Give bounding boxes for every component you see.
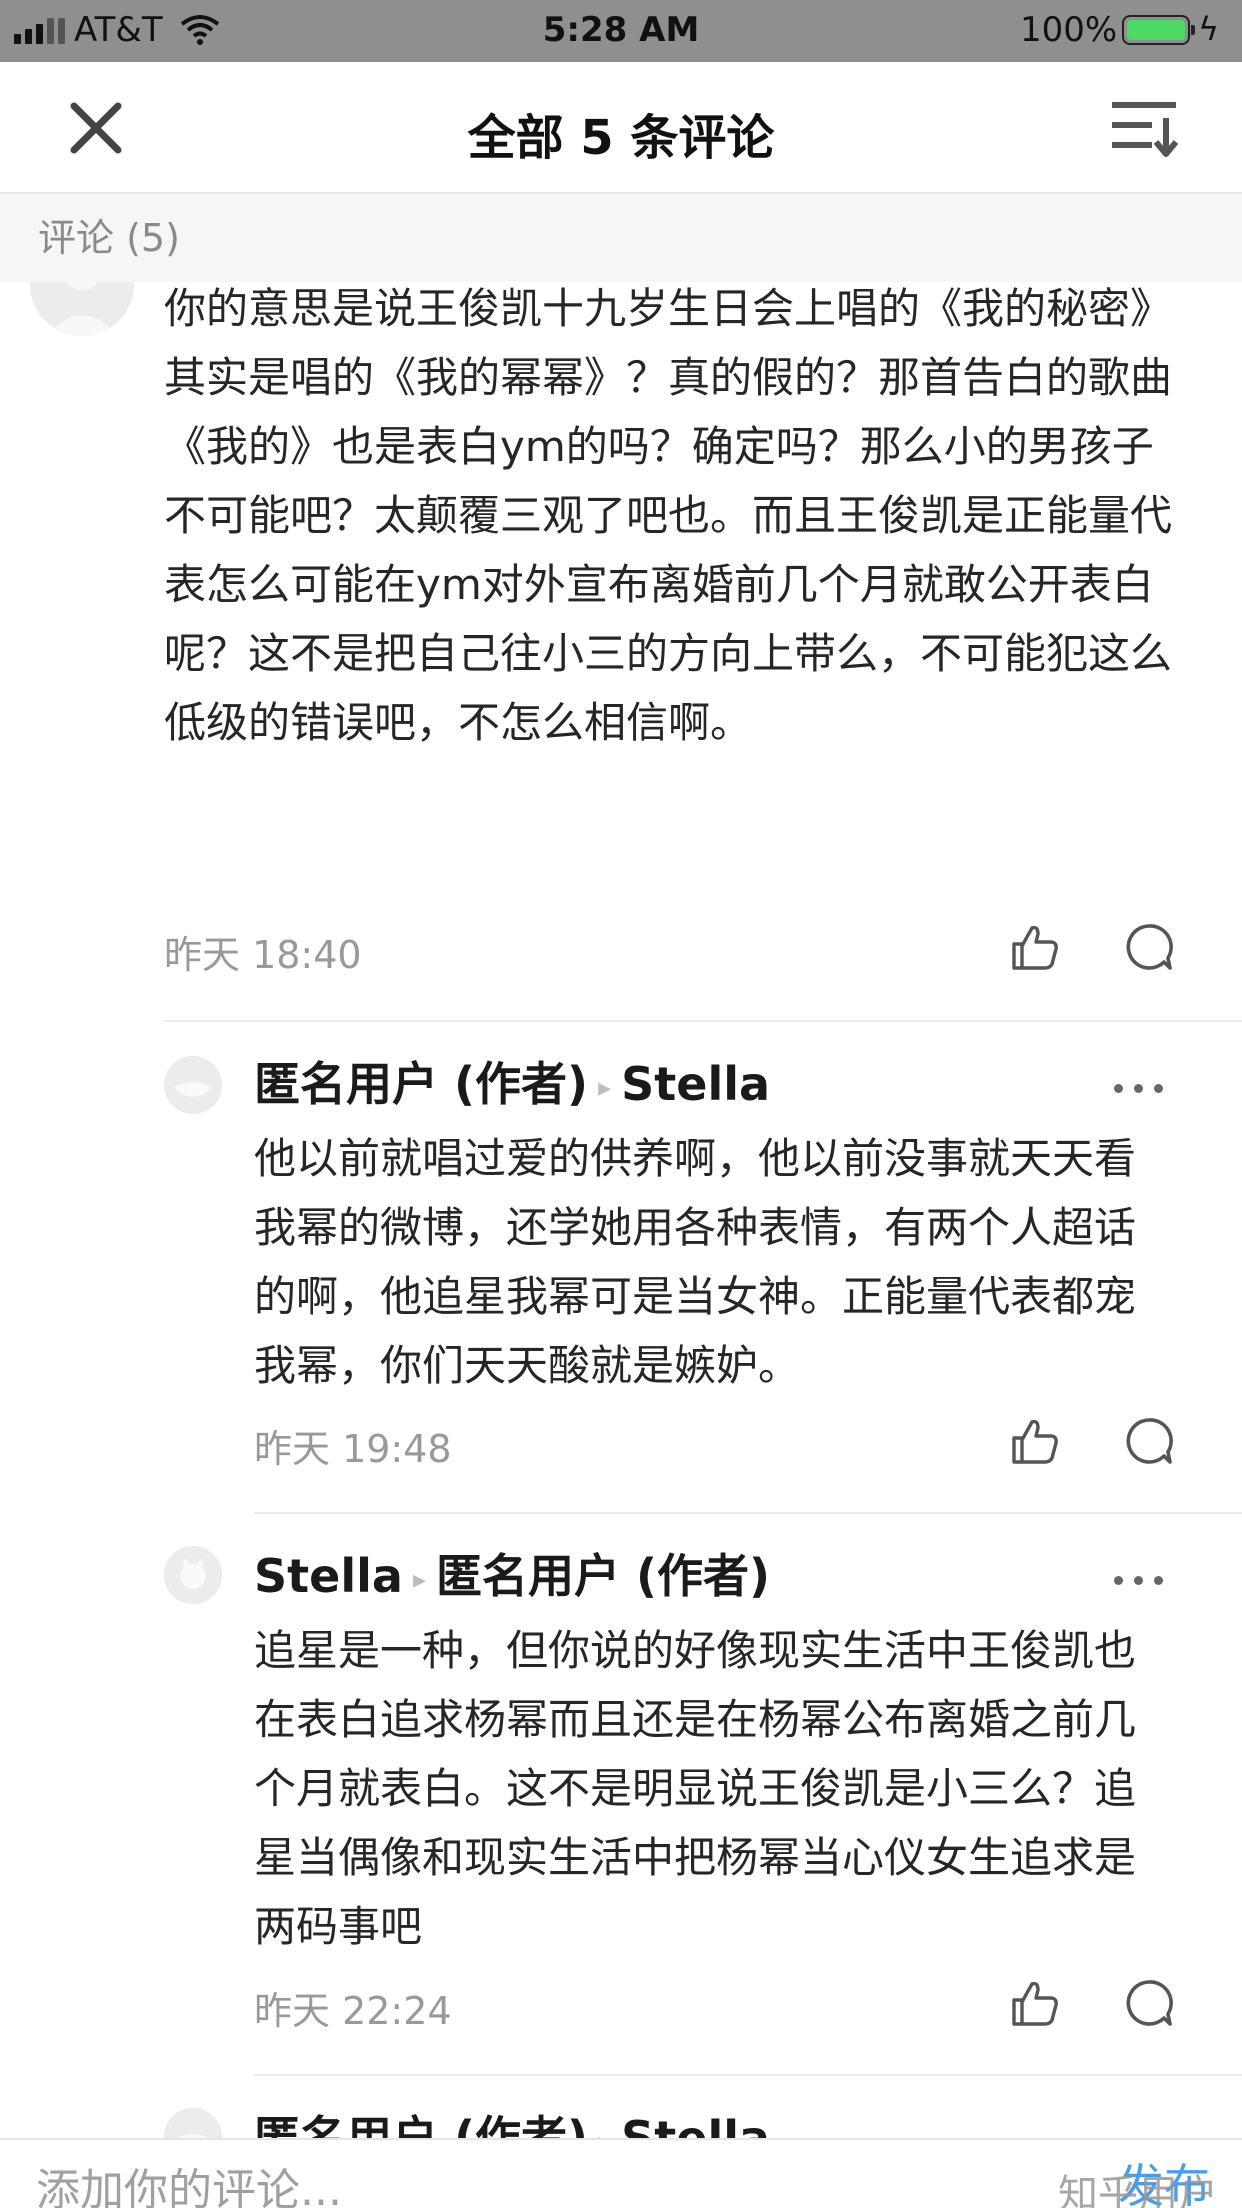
reply-arrow-icon: ▸	[412, 1564, 426, 1595]
reply-icon[interactable]	[1124, 1978, 1174, 2028]
comments-count-header: 评论 (5)	[0, 194, 1242, 282]
watermark: 知乎用户	[1058, 2172, 1218, 2208]
thumbs-up-icon[interactable]	[1010, 922, 1060, 972]
comment-list: 你的意思是说王俊凯十九岁生日会上唱的《我的秘密》其实是唱的《我的幂幂》？真的假的…	[0, 282, 1242, 2138]
more-options-icon[interactable]	[1114, 1560, 1170, 1600]
thumbs-up-icon[interactable]	[1010, 1416, 1060, 1466]
comment-time: 昨天 22:24	[254, 1989, 452, 2033]
avatar[interactable]	[30, 282, 134, 336]
avatar[interactable]	[164, 1546, 222, 1604]
comment-text: 你的意思是说王俊凯十九岁生日会上唱的《我的秘密》其实是唱的《我的幂幂》？真的假的…	[164, 284, 1173, 747]
author-name[interactable]: Stella	[254, 1549, 403, 1603]
comment-input[interactable]: 添加你的评论...	[36, 2154, 342, 2208]
comment-author: 匿名用户 (作者) ▸ Stella	[254, 2102, 770, 2138]
thumbs-up-icon[interactable]	[1010, 1978, 1060, 2028]
comments-count-label: 评论 (5)	[38, 216, 180, 260]
comments-sheet: 全部 5 条评论 评论 (5) 你的意思是说王俊凯十九岁生日会上唱的《我的秘密》…	[0, 62, 1242, 2208]
comment-time: 昨天 19:48	[254, 1427, 452, 1471]
reply-arrow-icon: ▸	[598, 2127, 611, 2139]
page-title: 全部 5 条评论	[467, 110, 775, 166]
author-name[interactable]: 匿名用户 (作者)	[254, 1057, 588, 1111]
reply-icon[interactable]	[1124, 922, 1174, 972]
more-options-icon[interactable]	[1114, 1068, 1170, 1108]
comment-text: 追星是一种，但你说的好像现实生活中王俊凯也在表白追求杨幂而且还是在杨幂公布离婚之…	[254, 1626, 1137, 1951]
comment-divider	[254, 2074, 1242, 2076]
reply-icon[interactable]	[1124, 1416, 1174, 1466]
battery-percent: 100%	[1020, 10, 1118, 50]
sort-icon[interactable]	[1110, 96, 1178, 160]
comment-divider	[254, 1512, 1242, 1514]
battery-icon	[1122, 15, 1195, 45]
battery-fill	[1127, 20, 1185, 40]
reply-to-name[interactable]: Stella	[621, 1057, 770, 1111]
comment-text: 他以前就唱过爱的供养啊，他以前没事就天天看我幂的微博，还学她用各种表情，有两个人…	[254, 1134, 1137, 1390]
charging-icon: ϟ	[1198, 10, 1220, 48]
comment-author: 匿名用户 (作者) ▸ Stella	[254, 1048, 770, 1114]
author-name[interactable]: 匿名用户 (作者)	[254, 2111, 588, 2138]
avatar[interactable]	[164, 1056, 222, 1114]
comment-divider	[164, 1020, 1242, 1022]
reply-arrow-icon: ▸	[598, 1072, 612, 1103]
comment-author: Stella ▸ 匿名用户 (作者)	[254, 1540, 770, 1606]
comment-input-bar: 添加你的评论... 发布 知乎用户	[0, 2138, 1242, 2208]
avatar[interactable]	[164, 2108, 222, 2138]
comment-time: 昨天 18:40	[164, 933, 362, 977]
status-bar: AT&T 5:28 AM 100% ϟ	[0, 0, 1242, 62]
reply-to-name[interactable]: 匿名用户 (作者)	[436, 1549, 770, 1603]
reply-to-name[interactable]: Stella	[621, 2111, 770, 2138]
nav-bar: 全部 5 条评论	[0, 62, 1242, 194]
